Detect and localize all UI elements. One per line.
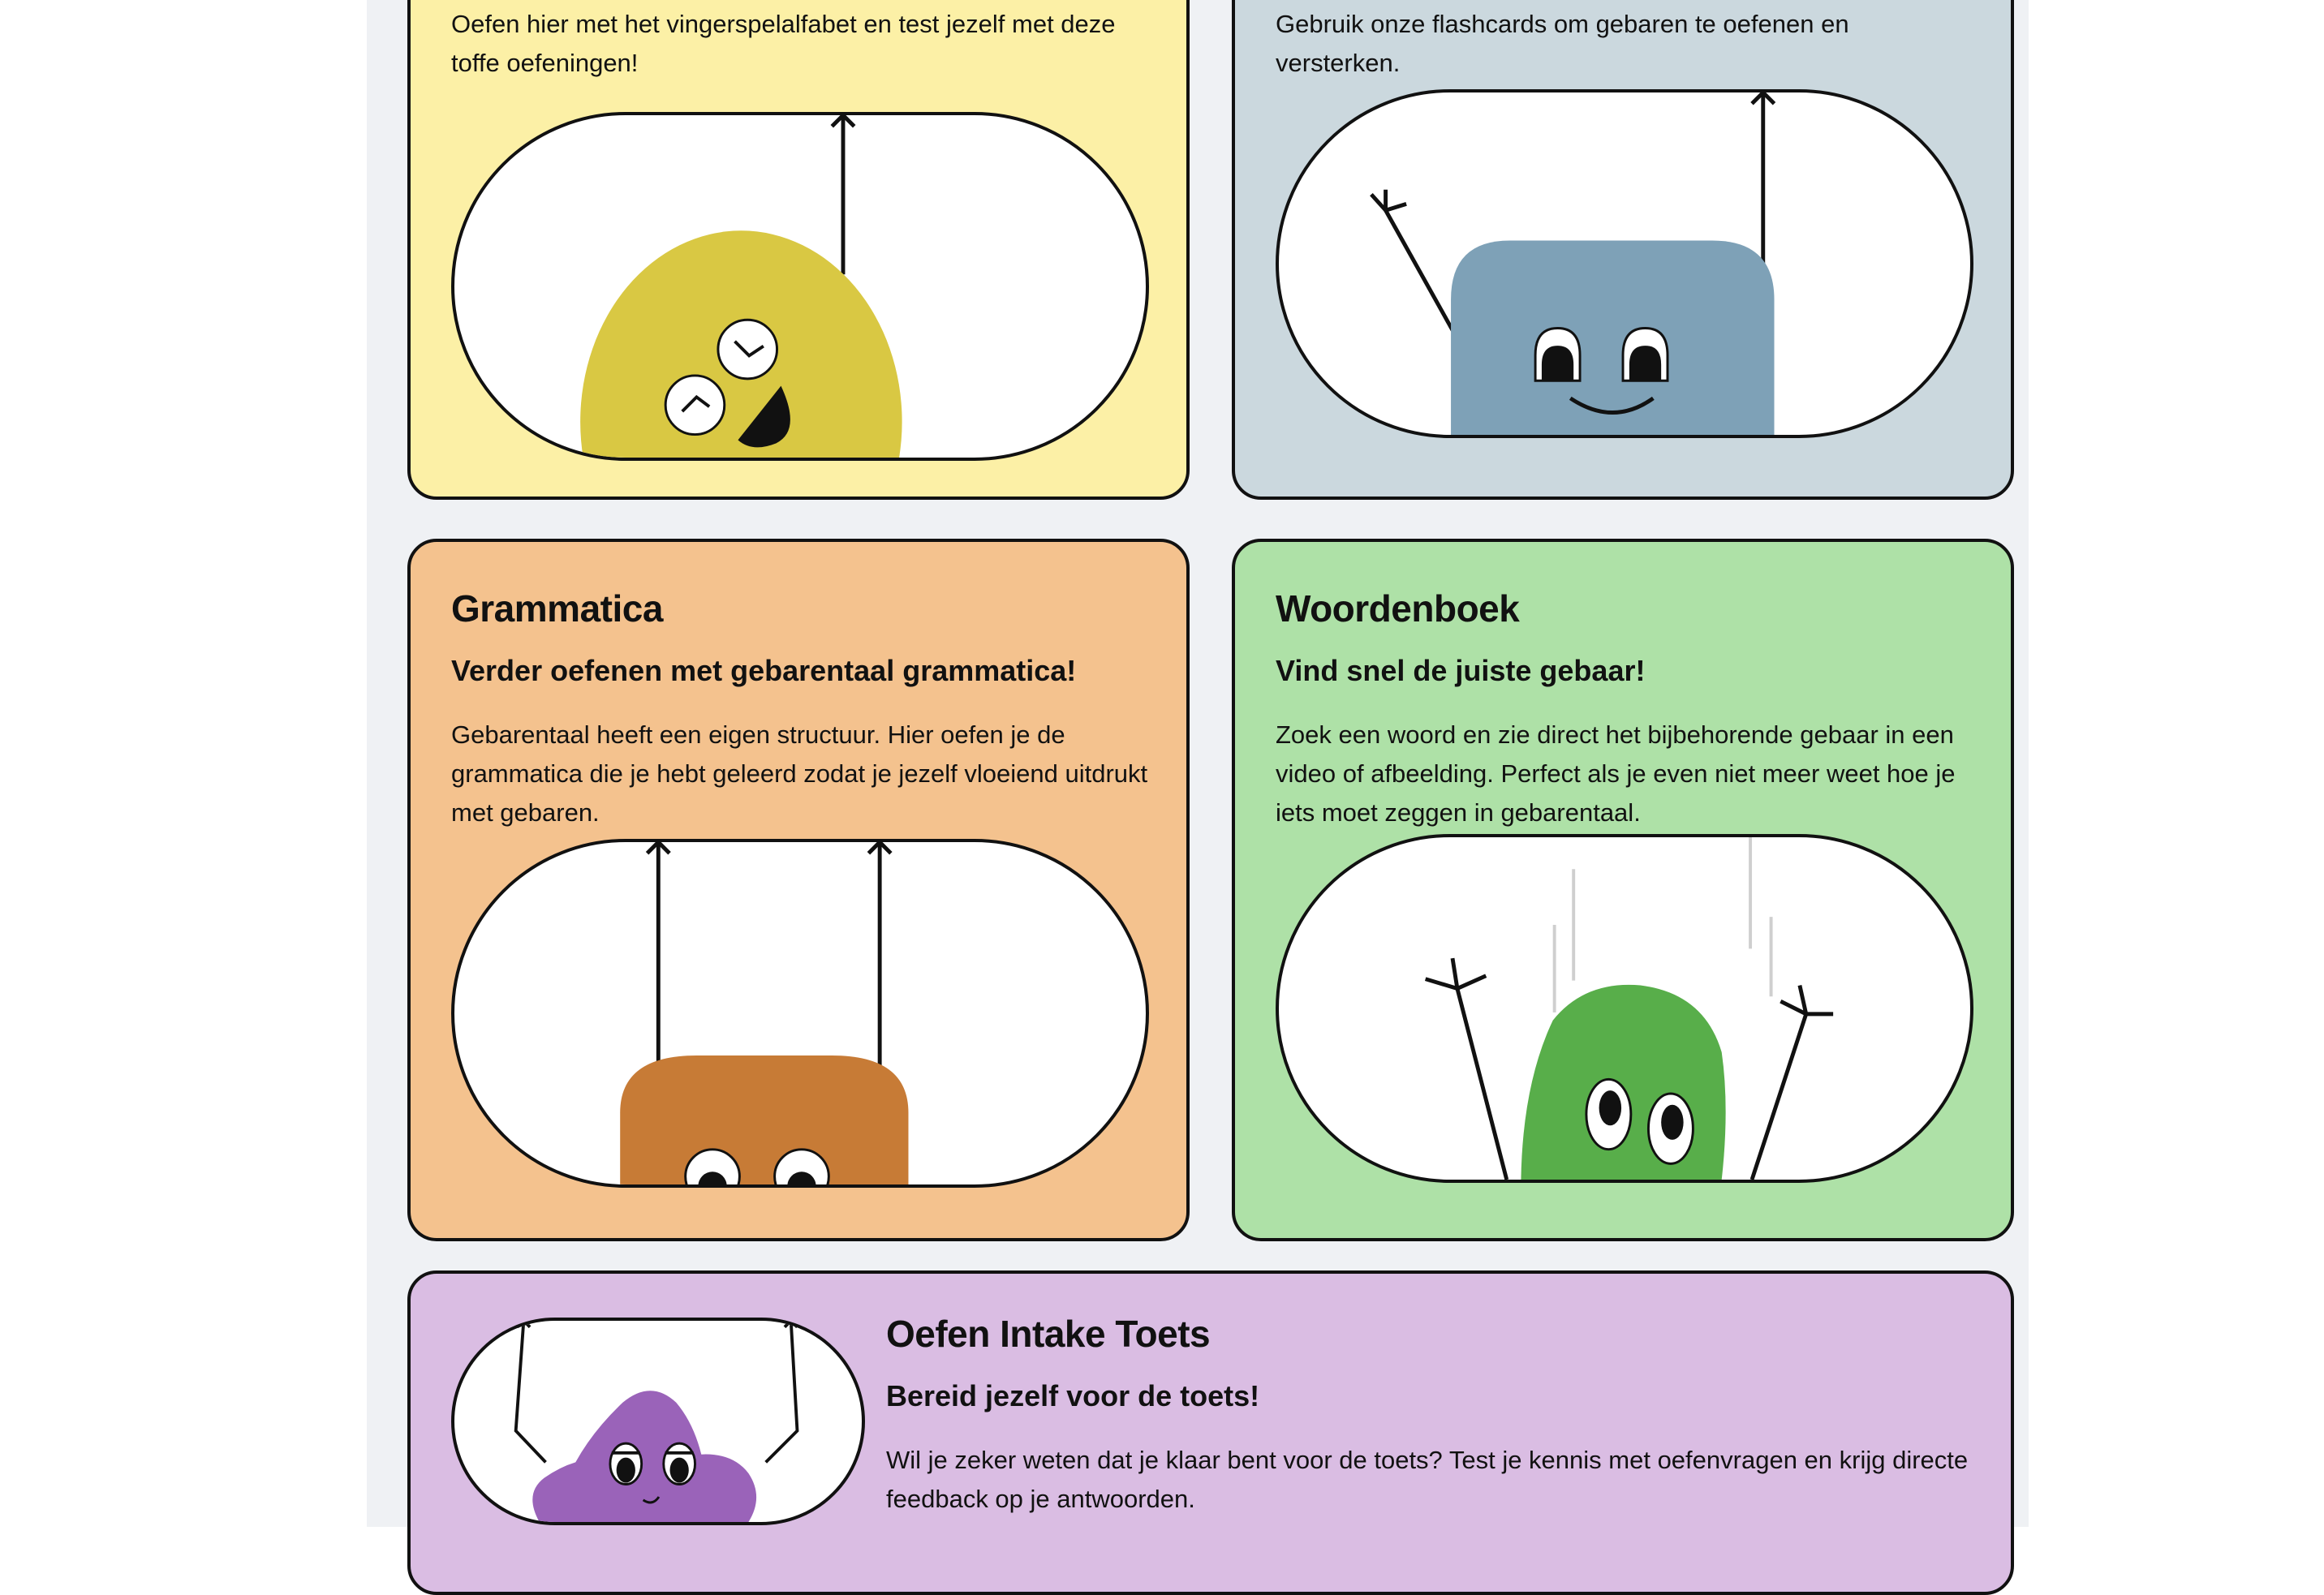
dictionary-subtitle: Vind snel de juiste gebaar! xyxy=(1276,654,1646,687)
dictionary-description: Zoek een woord en zie direct het bijbeho… xyxy=(1276,720,1956,827)
green-cheering-character-icon xyxy=(1424,837,1834,1180)
grammar-title: Grammatica xyxy=(451,587,663,630)
grammar-subtitle: Verder oefenen met gebarentaal grammatic… xyxy=(451,654,1077,687)
yellow-laughing-character-icon xyxy=(580,115,902,458)
blue-waving-character-icon xyxy=(1370,92,1776,435)
fingerspelling-illustration xyxy=(451,112,1149,461)
intake-subtitle: Bereid jezelf voor de toets! xyxy=(886,1379,1260,1412)
flashcards-card[interactable]: Gebruik onze flashcards om gebaren te oe… xyxy=(1232,0,2014,500)
dictionary-illustration xyxy=(1276,834,1973,1183)
intake-illustration xyxy=(451,1318,865,1525)
fingerspelling-card[interactable]: Oefen hier met het vingerspelalfabet en … xyxy=(407,0,1190,500)
flashcards-illustration xyxy=(1276,89,1973,438)
dictionary-card[interactable]: Woordenboek Vind snel de juiste gebaar! … xyxy=(1232,539,2014,1241)
grammar-description: Gebarentaal heeft een eigen structuur. H… xyxy=(451,720,1148,827)
fingerspelling-description: Oefen hier met het vingerspelalfabet en … xyxy=(451,10,1116,77)
dictionary-title: Woordenboek xyxy=(1276,587,1520,630)
grammar-illustration xyxy=(451,839,1149,1188)
purple-hanging-character-icon xyxy=(514,1321,799,1522)
intake-card[interactable]: Oefen Intake Toets Bereid jezelf voor de… xyxy=(407,1270,2014,1595)
flashcards-description: Gebruik onze flashcards om gebaren te oe… xyxy=(1276,10,1849,77)
intake-title: Oefen Intake Toets xyxy=(886,1313,1211,1355)
orange-hanging-character-icon xyxy=(620,842,909,1184)
grammar-card[interactable]: Grammatica Verder oefenen met gebarentaa… xyxy=(407,539,1190,1241)
intake-description: Wil je zeker weten dat je klaar bent voo… xyxy=(886,1446,1969,1513)
